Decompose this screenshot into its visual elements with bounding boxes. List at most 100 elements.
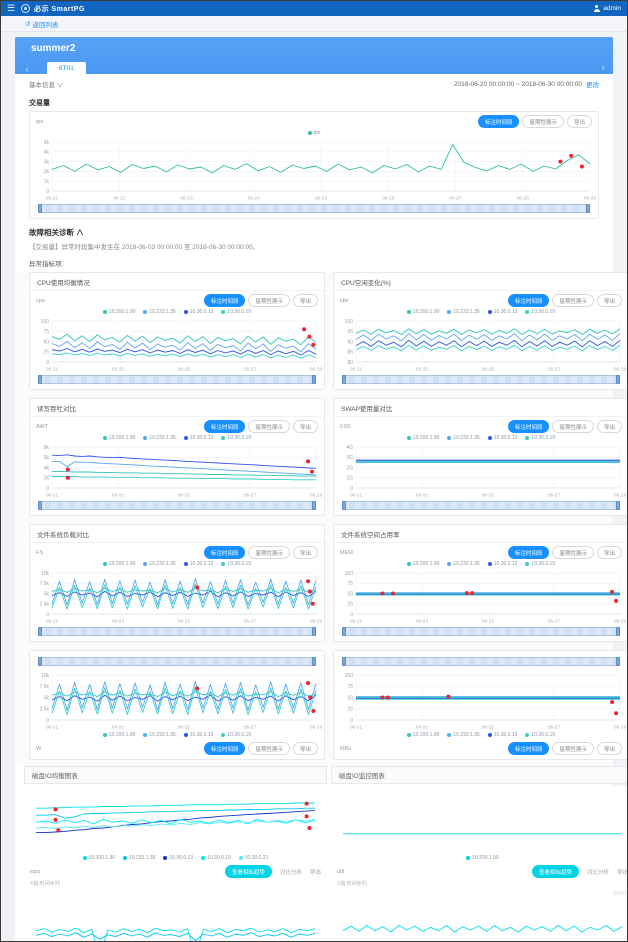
datazoom-slider[interactable] <box>38 375 316 384</box>
weekly-view-button[interactable]: 星期性展示 <box>552 546 594 559</box>
datazoom-right-handle[interactable] <box>616 627 620 636</box>
legend-item[interactable]: 10.200.1.90 <box>466 855 498 861</box>
anomaly-marker[interactable] <box>306 579 310 583</box>
anomaly-marker[interactable] <box>308 696 312 700</box>
legend-item[interactable]: 10.233.1.35 <box>143 732 175 738</box>
anomaly-marker[interactable] <box>380 696 384 700</box>
tabs-prev-arrow-icon[interactable]: ‹ <box>21 64 33 74</box>
legend-item[interactable]: 10.233.1.35 <box>447 732 479 738</box>
legend-item[interactable]: 10.233.1.35 <box>143 309 175 315</box>
legend-item[interactable]: 10.30.0.19 <box>221 309 251 315</box>
awt-line-chart[interactable]: 8k6k4k2k006-2106-2306-2506-2706-29 <box>30 443 324 499</box>
legend-item[interactable]: 10.30.0.13 <box>488 435 518 441</box>
legend-item[interactable]: 10.30.0.13 <box>163 855 193 861</box>
anomaly-marker[interactable] <box>195 687 199 691</box>
legend-item[interactable]: 10.30.0.19 <box>221 435 251 441</box>
anomaly-marker[interactable] <box>305 814 309 818</box>
weekly-view-button[interactable]: 星期性展示 <box>552 294 594 307</box>
anomaly-marker[interactable] <box>446 695 450 699</box>
anomaly-marker[interactable] <box>386 696 390 700</box>
datazoom-right-handle[interactable] <box>616 501 620 510</box>
datazoom-slider[interactable] <box>342 657 620 666</box>
anomaly-marker[interactable] <box>465 591 469 595</box>
annotate-button[interactable]: 标注时间段 <box>508 546 550 559</box>
diagnosis-section-title[interactable]: 故障相关诊断 ∧ <box>15 219 613 240</box>
read-line-chart[interactable]: 100755025006-2106-2306-2506-2706-29 <box>334 671 628 731</box>
datazoom-right-handle[interactable] <box>312 375 316 384</box>
datazoom-right-handle[interactable] <box>312 501 316 510</box>
weekly-view-button[interactable]: 星期性展示 <box>248 546 290 559</box>
anomaly-marker[interactable] <box>470 591 474 595</box>
legend-item[interactable]: 10.30.0.19 <box>201 855 231 861</box>
anomaly-marker[interactable] <box>380 592 384 596</box>
annotate-button[interactable]: 标注时间段 <box>508 420 550 433</box>
compare-button[interactable]: 对比分析 <box>587 868 609 876</box>
weekly-view-button[interactable]: 星期性展示 <box>522 115 564 128</box>
legend-item[interactable]: 10.30.0.13 <box>488 561 518 567</box>
anomaly-marker[interactable] <box>310 470 314 474</box>
legend-item[interactable]: 10.30.0.13 <box>184 435 214 441</box>
export-button[interactable]: 导出 <box>293 420 318 433</box>
legend-item[interactable]: 10.30.0.13 <box>488 309 518 315</box>
anomaly-marker[interactable] <box>614 711 618 715</box>
disk-io-monitor-chart[interactable] <box>335 788 628 854</box>
datazoom-right-handle[interactable] <box>616 657 620 666</box>
anomaly-marker[interactable] <box>307 335 311 339</box>
idle-line-chart[interactable]: 1009590858006-2106-2306-2506-2706-29 <box>334 317 628 373</box>
change-date-link[interactable]: 更改 <box>586 79 599 89</box>
legend-item[interactable]: 10.30.0.19 <box>525 435 555 441</box>
export-button[interactable]: 导出 <box>293 294 318 307</box>
anomaly-marker[interactable] <box>610 700 614 704</box>
datazoom-left-handle[interactable] <box>342 657 346 666</box>
export-button[interactable]: 导出 <box>597 420 622 433</box>
datazoom-slider[interactable] <box>38 657 316 666</box>
anomaly-marker[interactable] <box>302 327 306 331</box>
swap-line-chart[interactable]: 4G3G2G1G006-2106-2306-2506-2706-29 <box>334 443 628 499</box>
export-button[interactable]: 导出 <box>617 868 628 876</box>
anomaly-marker[interactable] <box>66 468 70 472</box>
datazoom-left-handle[interactable] <box>342 501 346 510</box>
legend-item[interactable]: 10.233.1.35 <box>447 561 479 567</box>
datazoom-left-handle[interactable] <box>342 375 346 384</box>
datazoom-slider[interactable] <box>342 627 620 636</box>
anomaly-marker[interactable] <box>306 459 310 463</box>
legend-item[interactable]: 10.200.1.90 <box>407 309 439 315</box>
menu-icon[interactable]: ☰ <box>7 3 21 14</box>
datazoom-slider[interactable] <box>38 204 590 213</box>
legend-item[interactable]: 10.30.0.19 <box>525 561 555 567</box>
disk-write-chart[interactable] <box>28 897 323 942</box>
legend-item[interactable]: 10.30.0.13 <box>184 309 214 315</box>
anomaly-marker[interactable] <box>614 599 618 603</box>
anomaly-marker[interactable] <box>311 709 315 713</box>
annotate-button[interactable]: 标注时间段 <box>204 294 246 307</box>
tab-host[interactable]: 6T01 <box>47 62 86 74</box>
annotate-button[interactable]: 标注时间段 <box>204 420 246 433</box>
annotate-button[interactable]: 标注时间段 <box>204 742 246 755</box>
legend-item[interactable]: 10.233.1.35 <box>447 309 479 315</box>
anomaly-marker[interactable] <box>569 154 573 158</box>
user-menu[interactable]: admin <box>593 5 621 12</box>
tps-line-chart[interactable]: 5k4k3k2k1k006-2106-2206-2306-2406-2506-2… <box>30 138 598 202</box>
export-button[interactable]: 导出 <box>597 294 622 307</box>
legend-item[interactable]: 10.200.1.90 <box>103 561 135 567</box>
legend-item[interactable]: 10.30.0.19 <box>525 309 555 315</box>
anomaly-marker[interactable] <box>306 681 310 685</box>
datazoom-left-handle[interactable] <box>38 627 42 636</box>
anomaly-marker[interactable] <box>311 602 315 606</box>
legend-item[interactable]: 10.233.1.35 <box>143 561 175 567</box>
anomaly-marker[interactable] <box>311 343 315 347</box>
legend-item[interactable]: 10.200.1.90 <box>407 561 439 567</box>
datazoom-slider[interactable] <box>342 375 620 384</box>
anomaly-marker[interactable] <box>195 585 199 589</box>
anomaly-marker[interactable] <box>610 590 614 594</box>
legend-item[interactable]: 10.30.0.19 <box>525 732 555 738</box>
legend-item[interactable]: 10.30.0.13 <box>184 561 214 567</box>
annotate-button[interactable]: 标注时间段 <box>508 742 550 755</box>
write-line-chart[interactable]: 10k7.5k5k2.5k006-2106-2306-2506-2706-29 <box>30 671 324 731</box>
anomaly-marker[interactable] <box>558 160 562 164</box>
export-button[interactable]: 导出 <box>597 742 622 755</box>
export-button[interactable]: 导出 <box>597 546 622 559</box>
anomaly-marker[interactable] <box>66 476 70 480</box>
tabs-next-arrow-icon[interactable]: › <box>597 62 609 72</box>
datazoom-left-handle[interactable] <box>38 501 42 510</box>
